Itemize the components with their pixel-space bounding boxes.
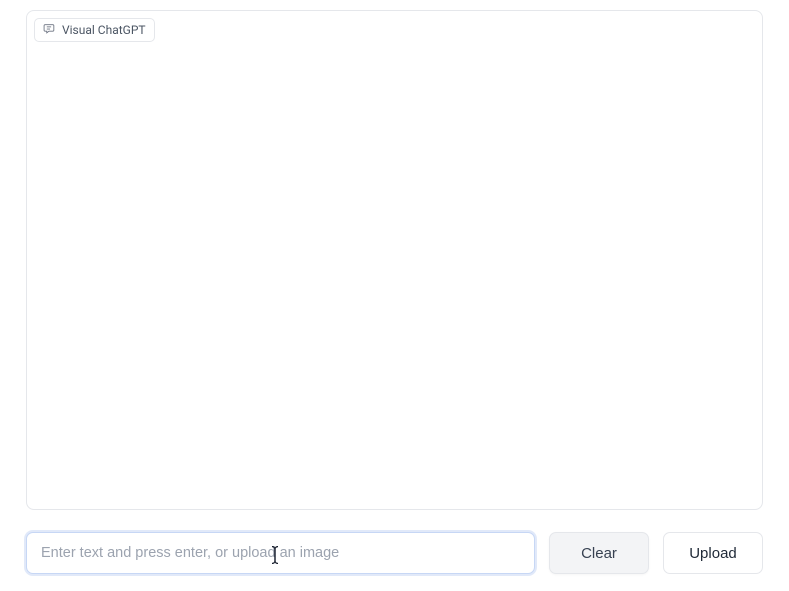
chat-output-panel: Visual ChatGPT (26, 10, 763, 510)
panel-title-text: Visual ChatGPT (62, 23, 146, 37)
message-input[interactable] (26, 532, 535, 574)
panel-title-badge: Visual ChatGPT (34, 18, 155, 42)
clear-button[interactable]: Clear (549, 532, 649, 574)
chat-icon (43, 22, 56, 38)
upload-button[interactable]: Upload (663, 532, 763, 574)
input-row: Clear Upload (26, 532, 763, 574)
